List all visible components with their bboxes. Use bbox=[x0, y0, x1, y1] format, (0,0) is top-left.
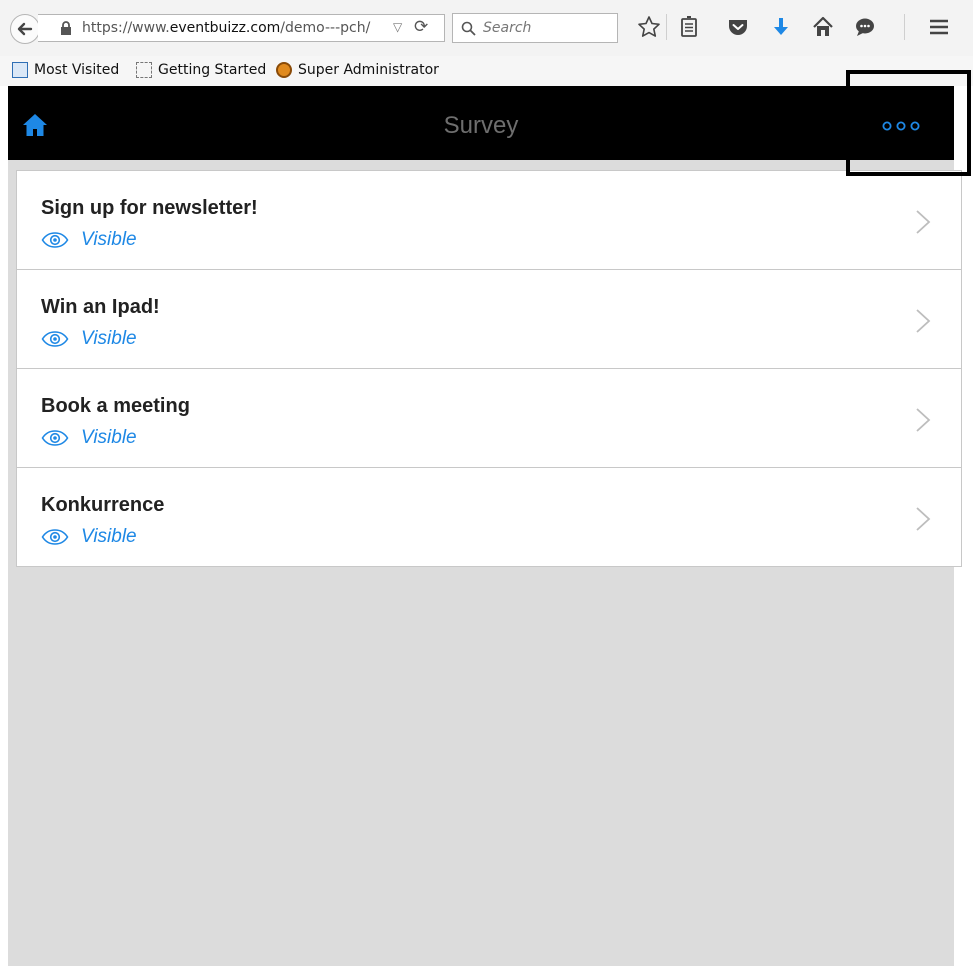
url-text: https://www.eventbuizz.com/demo---pch/ bbox=[82, 20, 371, 36]
getting-started-icon bbox=[136, 62, 152, 78]
download-icon[interactable] bbox=[768, 14, 794, 40]
bookmark-label: Most Visited bbox=[34, 62, 120, 78]
bookmark-star-icon[interactable] bbox=[636, 14, 662, 40]
menu-icon[interactable] bbox=[926, 14, 952, 40]
back-button[interactable] bbox=[10, 14, 40, 44]
eye-icon bbox=[41, 232, 69, 248]
back-arrow-icon bbox=[17, 22, 33, 36]
survey-title: Konkurrence bbox=[41, 494, 165, 516]
survey-list: Sign up for newsletter! Visible Win an I… bbox=[16, 170, 962, 567]
visibility-label: Visible bbox=[81, 526, 137, 547]
lock-icon bbox=[61, 21, 71, 35]
survey-title: Win an Ipad! bbox=[41, 296, 160, 318]
page-title: Survey bbox=[443, 112, 519, 139]
survey-item[interactable]: Konkurrence Visible bbox=[17, 468, 961, 566]
survey-item[interactable]: Win an Ipad! Visible bbox=[17, 270, 961, 369]
admin-icon bbox=[276, 62, 292, 78]
eye-icon bbox=[41, 331, 69, 347]
pocket-icon[interactable] bbox=[725, 14, 751, 40]
toolbar-separator bbox=[904, 14, 905, 40]
bookmark-getting-started[interactable]: Getting Started bbox=[136, 62, 266, 78]
reading-list-icon[interactable] bbox=[676, 14, 702, 40]
visibility-status: Visible bbox=[41, 427, 137, 449]
chevron-right-icon bbox=[916, 210, 931, 234]
chevron-right-icon bbox=[916, 309, 931, 333]
search-icon bbox=[461, 21, 476, 36]
browser-toolbar: https://www.eventbuizz.com/demo---pch/ ▽… bbox=[0, 0, 973, 56]
survey-title: Sign up for newsletter! bbox=[41, 197, 258, 219]
visibility-label: Visible bbox=[81, 328, 137, 349]
toolbar-separator bbox=[666, 14, 667, 40]
home-icon[interactable] bbox=[810, 14, 836, 40]
app-header: Survey bbox=[8, 86, 954, 160]
search-placeholder: Search bbox=[483, 20, 532, 36]
chevron-right-icon bbox=[916, 408, 931, 432]
search-input[interactable]: Search bbox=[452, 13, 618, 43]
more-options-icon[interactable] bbox=[882, 120, 922, 132]
survey-title: Book a meeting bbox=[41, 395, 190, 417]
visibility-label: Visible bbox=[81, 229, 137, 250]
visibility-label: Visible bbox=[81, 427, 137, 448]
url-dropdown-icon[interactable]: ▽ bbox=[393, 20, 402, 34]
visibility-status: Visible bbox=[41, 229, 137, 251]
eye-icon bbox=[41, 430, 69, 446]
bookmark-super-administrator[interactable]: Super Administrator bbox=[276, 62, 439, 78]
bookmark-most-visited[interactable]: Most Visited bbox=[12, 62, 119, 78]
survey-item[interactable]: Sign up for newsletter! Visible bbox=[17, 171, 961, 270]
bookmarks-bar: Most Visited Getting Started Super Admin… bbox=[0, 56, 973, 86]
chat-icon[interactable] bbox=[852, 14, 878, 40]
bookmark-label: Super Administrator bbox=[298, 62, 439, 78]
visibility-status: Visible bbox=[41, 328, 137, 350]
app-viewport: Survey Sign up for newsletter! Visible W… bbox=[8, 86, 962, 966]
reload-icon[interactable]: ⟳ bbox=[414, 17, 428, 37]
bookmark-label: Getting Started bbox=[158, 62, 267, 78]
eye-icon bbox=[41, 529, 69, 545]
survey-item[interactable]: Book a meeting Visible bbox=[17, 369, 961, 468]
url-bar[interactable]: https://www.eventbuizz.com/demo---pch/ ▽… bbox=[38, 14, 445, 42]
most-visited-icon bbox=[12, 62, 28, 78]
chevron-right-icon bbox=[916, 507, 931, 531]
visibility-status: Visible bbox=[41, 526, 137, 548]
